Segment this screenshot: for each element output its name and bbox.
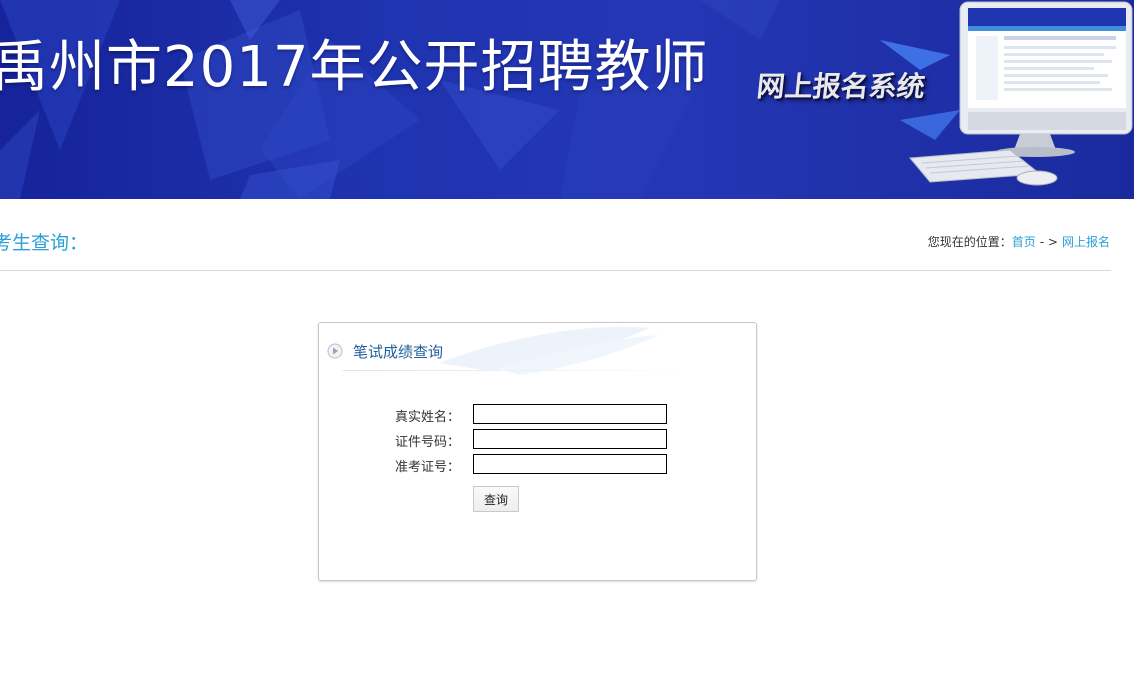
header-divider	[0, 270, 1111, 271]
real-name-label: 真实姓名：	[394, 410, 460, 425]
admission-number-label: 准考证号：	[394, 460, 460, 475]
score-query-panel: 笔试成绩查询 真实姓名： 证件号码： 准考证号： 查询	[318, 322, 757, 581]
id-number-row: 证件号码：	[319, 429, 756, 451]
real-name-row: 真实姓名：	[319, 404, 756, 426]
id-number-label: 证件号码：	[394, 435, 460, 450]
banner-title: 禹州市2017年公开招聘教师	[0, 35, 709, 100]
header-banner: 禹州市2017年公开招聘教师 网上报名系统	[0, 0, 1134, 199]
panel-title: 笔试成绩查询	[353, 343, 444, 361]
query-button[interactable]: 查询	[473, 486, 519, 512]
admission-number-input[interactable]	[473, 454, 667, 474]
id-number-input[interactable]	[473, 429, 667, 449]
breadcrumb-separator: - >	[1039, 235, 1058, 249]
admission-number-row: 准考证号：	[319, 454, 756, 476]
breadcrumb-home-link[interactable]: 首页	[1012, 235, 1036, 249]
play-arrow-icon	[327, 343, 343, 359]
panel-title-underline	[343, 370, 698, 371]
breadcrumb: 您现在的位置：首页 - > 网上报名	[928, 233, 1110, 250]
page-title: 考生查询：	[0, 232, 89, 254]
breadcrumb-prefix: 您现在的位置：	[927, 235, 1012, 249]
real-name-input[interactable]	[473, 404, 667, 424]
breadcrumb-current-link[interactable]: 网上报名	[1062, 235, 1110, 249]
computer-monitor-illustration	[908, 1, 1133, 186]
